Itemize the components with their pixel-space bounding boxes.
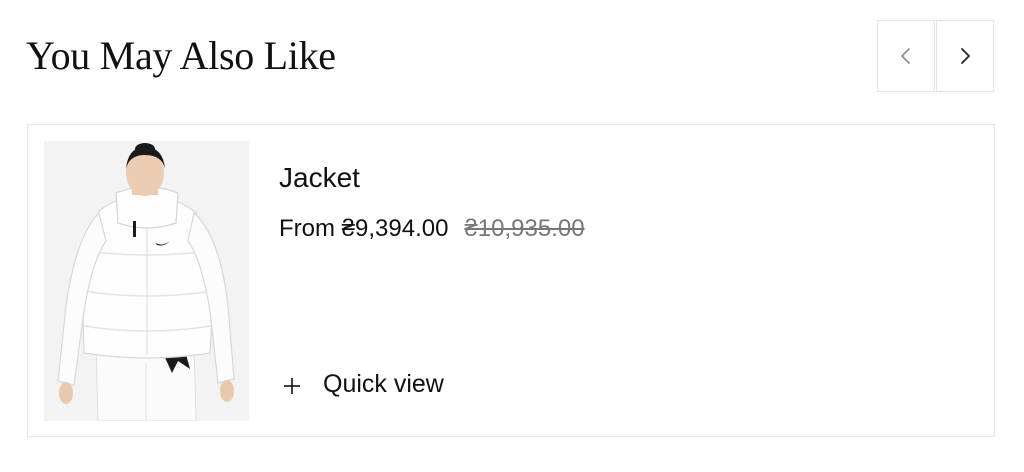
quick-view-label: Quick view bbox=[323, 370, 444, 398]
price-row: From ₴9,394.00 ₴10,935.00 bbox=[279, 213, 585, 245]
product-image[interactable] bbox=[44, 141, 249, 421]
carousel-next-button[interactable] bbox=[936, 20, 994, 92]
carousel-prev-button[interactable] bbox=[877, 20, 935, 92]
chevron-left-icon bbox=[899, 46, 913, 66]
section-title: You May Also Like bbox=[26, 33, 336, 78]
product-card[interactable]: Jacket From ₴9,394.00 ₴10,935.00 Quick vi… bbox=[27, 124, 995, 437]
product-title[interactable]: Jacket bbox=[279, 160, 360, 196]
product-price: From ₴9,394.00 bbox=[279, 215, 449, 242]
quick-view-button[interactable]: Quick view bbox=[281, 368, 444, 400]
chevron-right-icon bbox=[958, 46, 972, 66]
product-compare-price: ₴10,935.00 bbox=[464, 215, 585, 242]
plus-icon bbox=[281, 373, 303, 395]
recommendations-section: You May Also Like Jacket From ₴9,394.00 … bbox=[0, 0, 1024, 472]
